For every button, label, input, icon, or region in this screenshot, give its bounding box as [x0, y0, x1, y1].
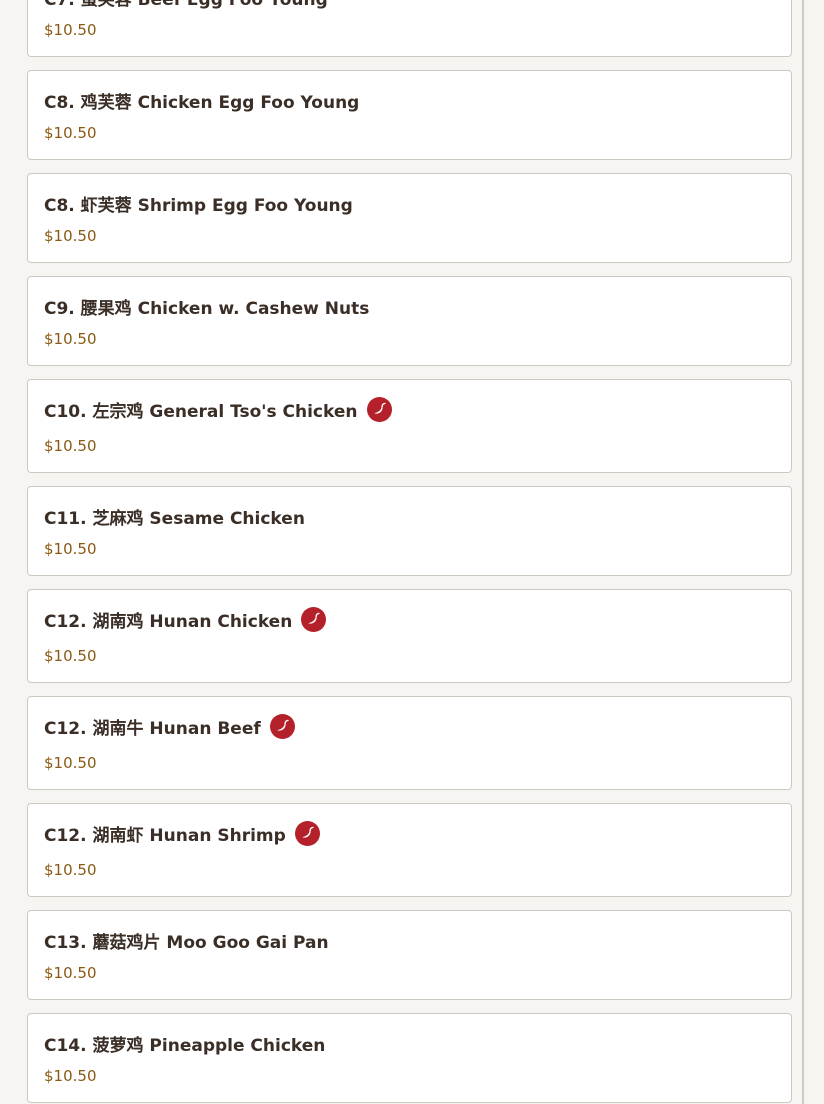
menu-page: C7. 蛋芙蓉 Beef Egg Foo Young $10.50 C8. 鸡芙…: [0, 0, 824, 1104]
menu-item[interactable]: C8. 鸡芙蓉 Chicken Egg Foo Young $10.50: [27, 70, 792, 160]
menu-item[interactable]: C12. 湖南鸡 Hunan Chicken $10.50: [27, 589, 792, 683]
menu-item-price: $10.50: [44, 330, 97, 348]
menu-item[interactable]: C12. 湖南虾 Hunan Shrimp $10.50: [27, 803, 792, 897]
menu-item-price: $10.50: [44, 124, 97, 142]
menu-item-price: $10.50: [44, 437, 97, 455]
scrollbar-track[interactable]: [802, 0, 804, 1104]
menu-item-price: $10.50: [44, 227, 97, 245]
menu-item-title: C11. 芝麻鸡 Sesame Chicken: [44, 509, 305, 529]
chili-pepper-icon: [269, 714, 295, 739]
menu-item-price: $10.50: [44, 861, 97, 879]
menu-item-title: C13. 蘑菇鸡片 Moo Goo Gai Pan: [44, 933, 329, 953]
menu-item[interactable]: C11. 芝麻鸡 Sesame Chicken $10.50: [27, 486, 792, 576]
menu-item[interactable]: C7. 蛋芙蓉 Beef Egg Foo Young $10.50: [27, 0, 792, 57]
chili-pepper-icon: [294, 821, 320, 846]
menu-item-title: C12. 湖南鸡 Hunan Chicken: [44, 612, 293, 632]
menu-item-title: C8. 虾芙蓉 Shrimp Egg Foo Young: [44, 196, 353, 216]
menu-item-price: $10.50: [44, 21, 97, 39]
menu-item-title: C7. 蛋芙蓉 Beef Egg Foo Young: [44, 0, 328, 10]
menu-item-title: C12. 湖南牛 Hunan Beef: [44, 719, 261, 739]
menu-item-price: $10.50: [44, 754, 97, 772]
menu-item-title: C14. 菠萝鸡 Pineapple Chicken: [44, 1036, 326, 1056]
menu-item-price: $10.50: [44, 1067, 97, 1085]
menu-item-title: C8. 鸡芙蓉 Chicken Egg Foo Young: [44, 93, 360, 113]
menu-item[interactable]: C14. 菠萝鸡 Pineapple Chicken $10.50: [27, 1013, 792, 1103]
menu-item-price: $10.50: [44, 647, 97, 665]
menu-item[interactable]: C8. 虾芙蓉 Shrimp Egg Foo Young $10.50: [27, 173, 792, 263]
menu-item-list: C7. 蛋芙蓉 Beef Egg Foo Young $10.50 C8. 鸡芙…: [27, 0, 792, 1104]
menu-item-price: $10.50: [44, 540, 97, 558]
menu-item-title: C12. 湖南虾 Hunan Shrimp: [44, 826, 286, 846]
menu-item[interactable]: C10. 左宗鸡 General Tso's Chicken $10.50: [27, 379, 792, 473]
menu-item-title: C10. 左宗鸡 General Tso's Chicken: [44, 402, 358, 422]
menu-item[interactable]: C9. 腰果鸡 Chicken w. Cashew Nuts $10.50: [27, 276, 792, 366]
menu-item-price: $10.50: [44, 964, 97, 982]
chili-pepper-icon: [301, 607, 327, 632]
menu-item-title: C9. 腰果鸡 Chicken w. Cashew Nuts: [44, 299, 370, 319]
chili-pepper-icon: [366, 397, 392, 422]
menu-item[interactable]: C12. 湖南牛 Hunan Beef $10.50: [27, 696, 792, 790]
menu-item[interactable]: C13. 蘑菇鸡片 Moo Goo Gai Pan $10.50: [27, 910, 792, 1000]
